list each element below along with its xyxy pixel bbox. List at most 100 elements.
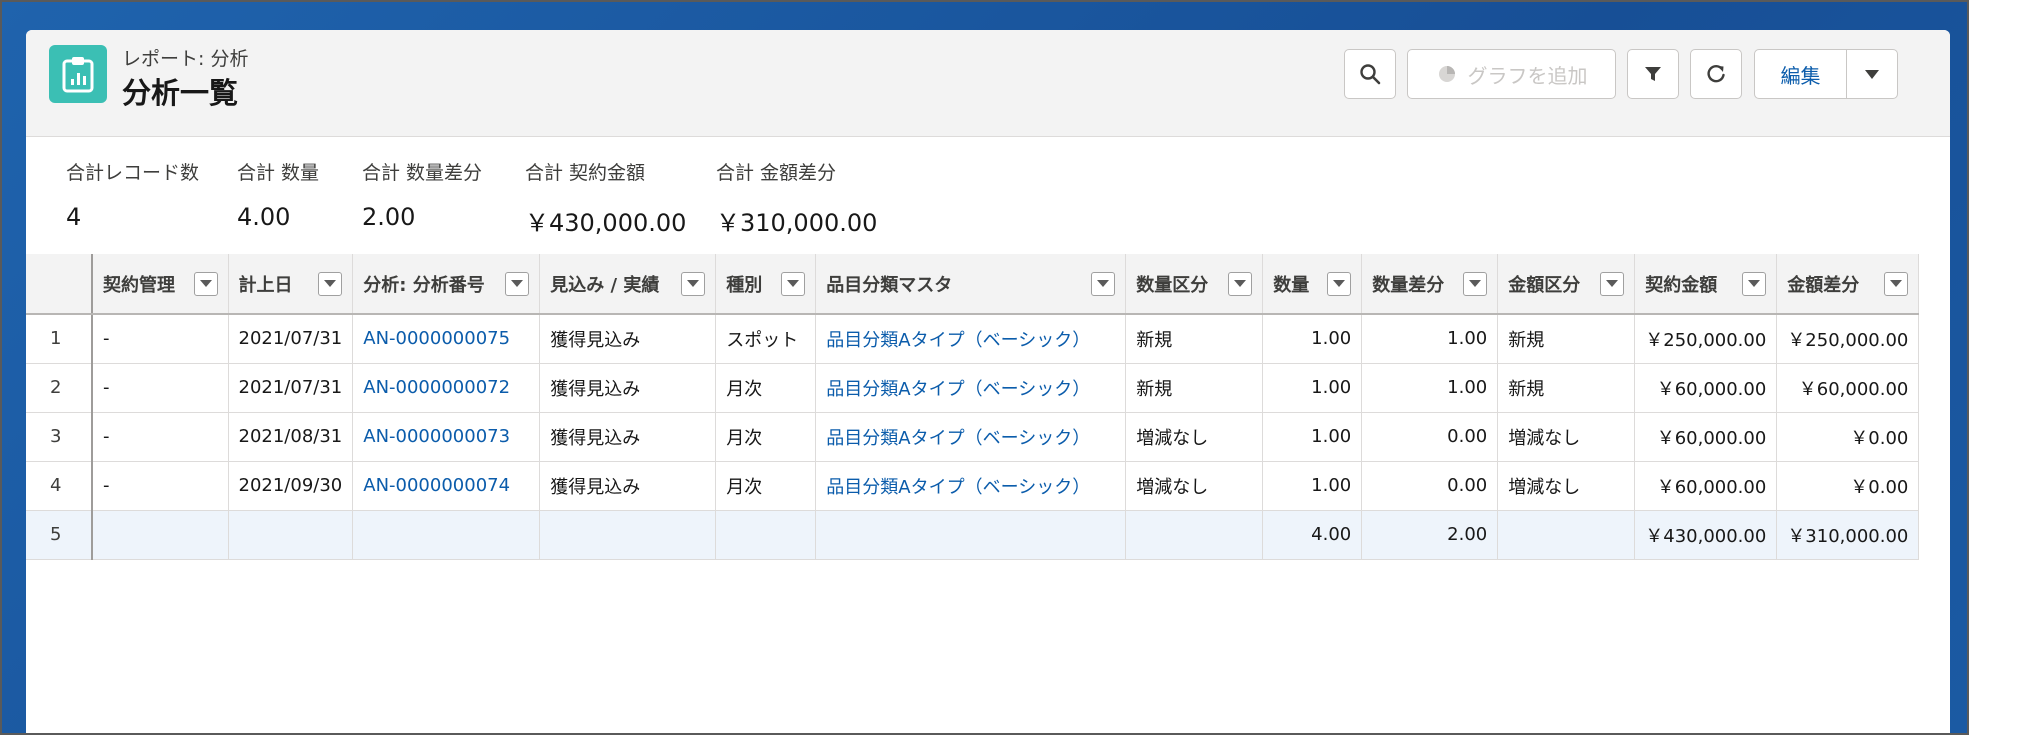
cell-category-link[interactable]: 品目分類Aタイプ（ベーシック） — [815, 412, 1127, 462]
cell-contract: - — [92, 461, 229, 511]
cell-contract: - — [92, 314, 229, 364]
row-number-header — [26, 254, 93, 315]
cell-type: 月次 — [715, 461, 817, 511]
cell-qty-class: 新規 — [1125, 363, 1264, 413]
search-button[interactable] — [1344, 49, 1396, 99]
column-header: 金額差分 — [1776, 254, 1920, 315]
cell-amount-diff: ￥0.00 — [1776, 461, 1920, 511]
cell-qty-diff: 0.00 — [1361, 412, 1499, 462]
cell-type: 月次 — [715, 363, 817, 413]
report-table: 契約管理 計上日 分析: 分析番号 見込み / 実績 種別 品目分類マスタ 数量… — [26, 254, 1920, 560]
chevron-down-icon — [199, 280, 212, 287]
table-row: 1 - 2021/07/31 AN-0000000075 獲得見込み スポット … — [26, 314, 1920, 364]
cell-category — [815, 510, 1127, 560]
row-number: 5 — [26, 510, 93, 560]
add-chart-button[interactable]: グラフを追加 — [1407, 49, 1616, 99]
cell-analysis-number-link[interactable]: AN-0000000072 — [352, 363, 541, 413]
column-menu-button[interactable] — [1600, 271, 1625, 296]
cell-analysis-number-link[interactable]: AN-0000000075 — [352, 314, 541, 364]
cell-type — [715, 510, 817, 560]
summary-label: 合計 金額差分 — [716, 162, 837, 184]
table-total-row: 5 4.00 2.00 ￥430,000.00 ￥310,000.00 — [26, 510, 1920, 560]
column-header: 数量区分 — [1125, 254, 1264, 315]
report-card: レポート: 分析 分析一覧 グラフを追加 編集 合計レコード数 4 合計 数量 … — [26, 30, 1950, 733]
summary-amount-diff: 合計 金額差分 ￥310,000.00 — [716, 158, 877, 238]
summary-value: 4 — [66, 203, 82, 231]
column-header: 数量差分 — [1361, 254, 1499, 315]
column-menu-button[interactable] — [1463, 271, 1488, 296]
cell-qty: 1.00 — [1262, 314, 1363, 364]
cell-amount-diff: ￥0.00 — [1776, 412, 1920, 462]
column-menu-button[interactable] — [681, 271, 706, 296]
summary-label: 合計 契約金額 — [525, 162, 646, 184]
column-menu-button[interactable] — [505, 271, 530, 296]
column-header: 金額区分 — [1497, 254, 1636, 315]
cell-contract-amount: ￥60,000.00 — [1634, 363, 1778, 413]
chevron-down-icon — [1606, 280, 1619, 287]
cell-qty: 1.00 — [1262, 412, 1363, 462]
chevron-down-icon — [1333, 280, 1346, 287]
chevron-down-icon — [687, 280, 700, 287]
column-menu-button[interactable] — [1742, 271, 1767, 296]
row-number: 1 — [26, 314, 93, 364]
edit-button-label: 編集 — [1780, 63, 1821, 88]
column-header: 契約金額 — [1634, 254, 1778, 315]
summary-quantity-diff: 合計 数量差分 2.00 — [362, 158, 482, 231]
cell-qty-diff: 1.00 — [1361, 363, 1499, 413]
cell-category-link[interactable]: 品目分類Aタイプ（ベーシック） — [815, 363, 1127, 413]
app-frame: レポート: 分析 分析一覧 グラフを追加 編集 合計レコード数 4 合計 数量 … — [0, 0, 1969, 735]
cell-analysis-number-link[interactable]: AN-0000000073 — [352, 412, 541, 462]
column-menu-button[interactable] — [1327, 271, 1352, 296]
filter-icon — [1645, 67, 1661, 81]
row-number: 3 — [26, 412, 93, 462]
cell-forecast: 獲得見込み — [539, 461, 717, 511]
column-menu-button[interactable] — [193, 271, 218, 296]
cell-analysis-number-link[interactable]: AN-0000000074 — [352, 461, 541, 511]
column-header: 品目分類マスタ — [815, 254, 1127, 315]
cell-amount-diff-total: ￥310,000.00 — [1776, 510, 1920, 560]
table-row: 2 - 2021/07/31 AN-0000000072 獲得見込み 月次 品目… — [26, 363, 1920, 413]
cell-amount-class: 新規 — [1497, 314, 1636, 364]
column-menu-button[interactable] — [1884, 271, 1909, 296]
summary-label: 合計 数量 — [237, 162, 320, 184]
summary-record-count: 合計レコード数 4 — [66, 158, 199, 231]
column-menu-button[interactable] — [1091, 271, 1116, 296]
summary-value: ￥430,000.00 — [525, 209, 687, 237]
refresh-button[interactable] — [1690, 49, 1742, 99]
edit-button[interactable]: 編集 — [1754, 49, 1847, 99]
table-row: 3 - 2021/08/31 AN-0000000073 獲得見込み 月次 品目… — [26, 412, 1920, 462]
column-menu-button[interactable] — [781, 271, 806, 296]
report-icon — [49, 45, 107, 103]
table-header-row: 契約管理 計上日 分析: 分析番号 見込み / 実績 種別 品目分類マスタ 数量… — [26, 254, 1920, 315]
summary-label: 合計 数量差分 — [362, 162, 483, 184]
column-menu-button[interactable] — [318, 271, 343, 296]
cell-amount-class: 新規 — [1497, 363, 1636, 413]
cell-contract: - — [92, 363, 229, 413]
cell-qty-diff-total: 2.00 — [1361, 510, 1499, 560]
cell-category-link[interactable]: 品目分類Aタイプ（ベーシック） — [815, 314, 1127, 364]
cell-date: 2021/09/30 — [228, 461, 354, 511]
column-header: 種別 — [715, 254, 817, 315]
cell-contract — [92, 510, 229, 560]
chevron-down-icon — [1097, 280, 1110, 287]
cell-contract: - — [92, 412, 229, 462]
cell-contract-amount: ￥250,000.00 — [1634, 314, 1778, 364]
table-row: 4 - 2021/09/30 AN-0000000074 獲得見込み 月次 品目… — [26, 461, 1920, 511]
search-icon — [1360, 64, 1381, 85]
cell-contract-amount-total: ￥430,000.00 — [1634, 510, 1778, 560]
chevron-down-icon — [1748, 280, 1761, 287]
cell-category-link[interactable]: 品目分類Aタイプ（ベーシック） — [815, 461, 1127, 511]
cell-qty: 1.00 — [1262, 363, 1363, 413]
chevron-down-icon — [1234, 280, 1247, 287]
column-header: 計上日 — [228, 254, 354, 315]
cell-qty-class: 増減なし — [1125, 412, 1264, 462]
column-menu-button[interactable] — [1228, 271, 1253, 296]
cell-amount-diff: ￥60,000.00 — [1776, 363, 1920, 413]
chevron-down-icon — [1865, 70, 1879, 79]
cell-contract-amount: ￥60,000.00 — [1634, 461, 1778, 511]
filter-button[interactable] — [1627, 49, 1679, 99]
cell-analysis-number — [352, 510, 541, 560]
summary-value: 2.00 — [362, 203, 416, 231]
edit-menu-button[interactable] — [1846, 49, 1898, 99]
cell-forecast — [539, 510, 717, 560]
